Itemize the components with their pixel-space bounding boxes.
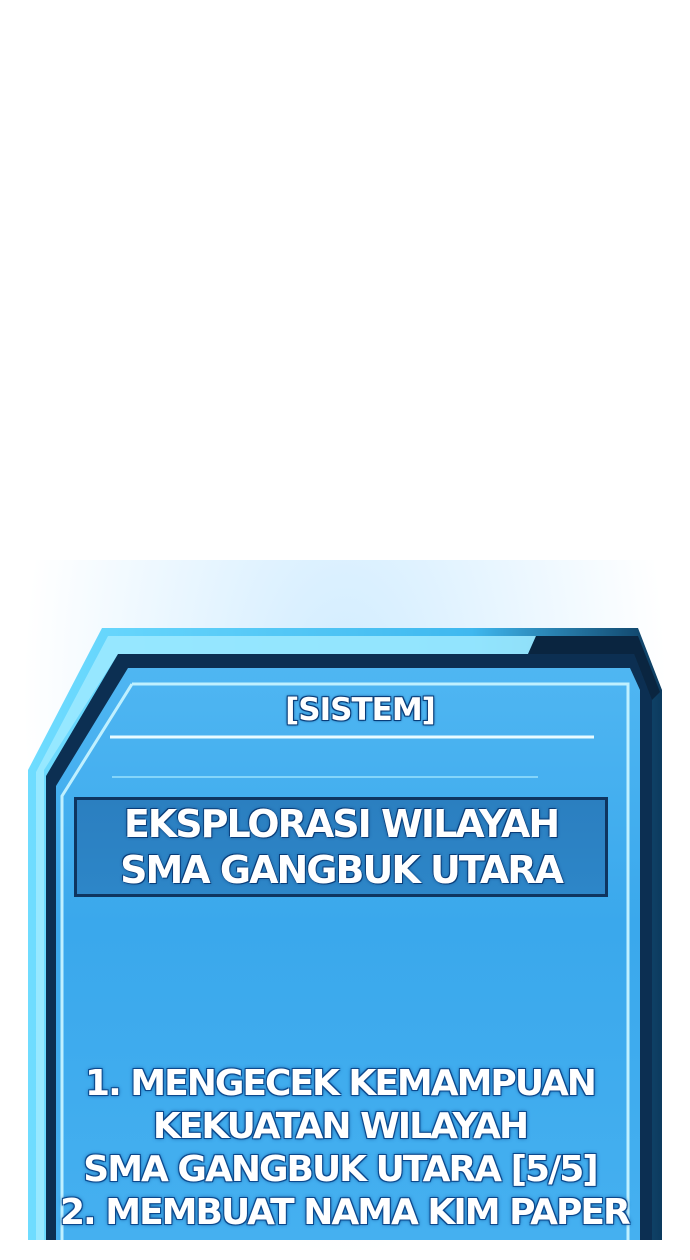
quest-title-box: EKSPLORASI WILAYAH SMA GANGBUK UTARA <box>74 797 608 897</box>
system-window-frame <box>28 628 662 1240</box>
task-line-4: 2. MEMBUAT NAMA KIM PAPER <box>60 1192 631 1233</box>
quest-title-line-1: EKSPLORASI WILAYAH <box>123 802 560 846</box>
task-line-3: SMA GANGBUK UTARA [5/5] <box>83 1149 598 1190</box>
task-line-1: 1. MENGECEK KEMAMPUAN <box>85 1063 597 1104</box>
quest-task-list: 1. MENGECEK KEMAMPUAN KEKUATAN WILAYAH S… <box>60 1062 631 1234</box>
quest-title-line-2: SMA GANGBUK UTARA <box>120 848 564 892</box>
system-header: [SISTEM] <box>285 692 436 728</box>
task-line-2: KEKUATAN WILAYAH <box>152 1106 529 1147</box>
